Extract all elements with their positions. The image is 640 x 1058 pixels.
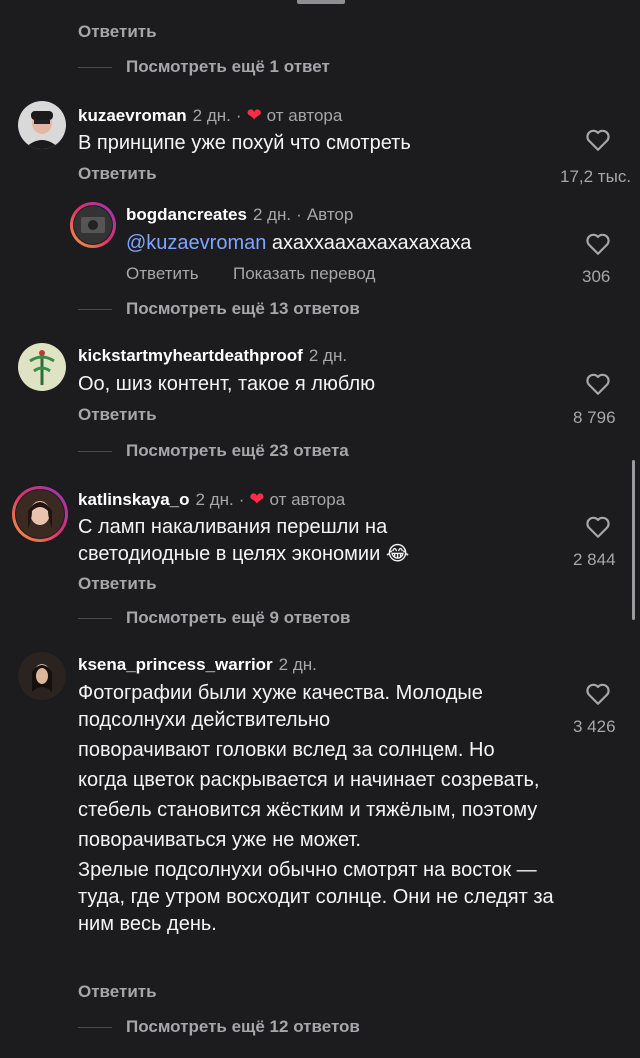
comment-meta: katlinskaya_o 2 дн. · ❤ от автора bbox=[78, 489, 345, 510]
separator-dot: · bbox=[235, 105, 242, 125]
separator-dot: · bbox=[296, 205, 302, 224]
comment-meta: kickstartmyheartdeathproof 2 дн. bbox=[78, 346, 347, 366]
show-translation-button[interactable]: Показать перевод bbox=[233, 264, 375, 284]
reply-button[interactable]: Ответить bbox=[78, 164, 157, 184]
view-more-replies[interactable]: Посмотреть ещё 12 ответов bbox=[78, 1017, 360, 1037]
view-more-replies-label: Посмотреть ещё 23 ответа bbox=[126, 441, 349, 460]
divider-line bbox=[78, 66, 112, 68]
like-count: 306 bbox=[582, 267, 611, 286]
comment-time: 2 дн. bbox=[192, 105, 231, 125]
comment-time: 2 дн. bbox=[278, 655, 317, 674]
comment-paragraph: Зрелые подсолнухи обычно смотрят на вост… bbox=[78, 859, 554, 935]
view-more-replies-label: Посмотреть ещё 13 ответов bbox=[126, 299, 360, 318]
avatar[interactable] bbox=[12, 486, 68, 542]
comment-text: Фотографии были хуже качества. Молодые п… bbox=[78, 680, 558, 938]
heart-outline-icon bbox=[586, 516, 610, 538]
like-count: 17,2 тыс. bbox=[560, 167, 632, 186]
view-more-replies-label: Посмотреть ещё 12 ответов bbox=[126, 1017, 360, 1036]
separator-dot: · bbox=[238, 489, 245, 509]
view-more-replies-label: Посмотреть ещё 9 ответов bbox=[126, 608, 351, 627]
like-button[interactable] bbox=[568, 515, 628, 539]
comment-meta: ksena_princess_warrior 2 дн. bbox=[78, 655, 317, 675]
mention-link[interactable]: @kuzaevroman bbox=[126, 232, 266, 254]
scrollbar[interactable] bbox=[632, 460, 635, 620]
like-button[interactable] bbox=[568, 372, 628, 396]
like-button[interactable] bbox=[568, 232, 628, 256]
like-button[interactable] bbox=[568, 128, 628, 152]
avatar[interactable] bbox=[18, 652, 66, 700]
author-badge: Автор bbox=[306, 205, 354, 224]
like-button[interactable] bbox=[568, 682, 628, 706]
heart-outline-icon bbox=[586, 373, 610, 395]
view-more-replies[interactable]: Посмотреть ещё 1 ответ bbox=[78, 57, 330, 77]
divider-line bbox=[78, 308, 112, 310]
like-count: 8 796 bbox=[573, 408, 616, 427]
comment-text: В принципе уже похуй что смотреть bbox=[78, 132, 411, 154]
heart-icon: ❤ bbox=[246, 105, 262, 125]
comment-text: С ламп накаливания перешли на светодиодн… bbox=[78, 514, 558, 568]
reply-button[interactable]: Ответить bbox=[78, 22, 157, 42]
comment-time: 2 дн. bbox=[195, 489, 234, 509]
comment-time: 2 дн. bbox=[308, 346, 348, 365]
heart-icon: ❤ bbox=[249, 489, 265, 509]
avatar[interactable] bbox=[70, 202, 116, 248]
comment-paragraph: когда цветок раскрывается и начинает соз… bbox=[78, 769, 540, 791]
view-more-replies[interactable]: Посмотреть ещё 9 ответов bbox=[78, 608, 350, 628]
reply-text-body: ахаххаахахахахахаха bbox=[266, 232, 472, 254]
username[interactable]: ksena_princess_warrior bbox=[78, 655, 273, 675]
avatar[interactable] bbox=[18, 101, 66, 149]
comment-paragraph: поворачивают головки вслед за солнцем. Н… bbox=[78, 739, 495, 761]
comment-text-line: светодиодные в целях экономии 😂 bbox=[78, 541, 558, 568]
username[interactable]: katlinskaya_o bbox=[78, 490, 190, 510]
comment-time: 2 дн. bbox=[252, 205, 292, 224]
sheet-drag-handle[interactable] bbox=[297, 0, 345, 4]
like-count: 2 844 bbox=[573, 550, 616, 569]
view-more-replies[interactable]: Посмотреть ещё 23 ответа bbox=[78, 441, 349, 461]
liked-by-author-label: от автора bbox=[269, 489, 346, 509]
avatar[interactable] bbox=[18, 343, 66, 391]
reply-button[interactable]: Ответить bbox=[78, 574, 157, 594]
comment-text-line-body: светодиодные в целях экономии bbox=[78, 543, 381, 565]
reply-text: @kuzaevroman ахаххаахахахахахаха bbox=[126, 230, 566, 257]
comment-paragraph: поворачиваться уже не может. bbox=[78, 829, 361, 851]
username[interactable]: bogdancreates bbox=[126, 205, 247, 225]
heart-outline-icon bbox=[586, 683, 610, 705]
view-more-replies[interactable]: Посмотреть ещё 13 ответов bbox=[78, 299, 360, 319]
heart-outline-icon bbox=[586, 129, 610, 151]
laughing-emoji-icon: 😂 bbox=[385, 543, 410, 565]
liked-by-author-label: от автора bbox=[266, 105, 343, 125]
username[interactable]: kickstartmyheartdeathproof bbox=[78, 346, 303, 366]
like-count: 3 426 bbox=[573, 717, 616, 736]
comment-text-line: С ламп накаливания перешли на bbox=[78, 516, 388, 538]
comment-text: Оо, шиз контент, такое я люблю bbox=[78, 373, 376, 395]
reply-button[interactable]: Ответить bbox=[78, 982, 157, 1002]
divider-line bbox=[78, 450, 112, 452]
view-more-replies-label: Посмотреть ещё 1 ответ bbox=[126, 57, 330, 76]
comment-meta: kuzaevroman 2 дн. · ❤ от автора bbox=[78, 105, 342, 126]
reply-meta: bogdancreates 2 дн. · Автор bbox=[126, 205, 353, 225]
comment-paragraph: Фотографии были хуже качества. Молодые п… bbox=[78, 682, 483, 731]
divider-line bbox=[78, 1026, 112, 1028]
reply-button[interactable]: Ответить bbox=[78, 405, 157, 425]
comment-paragraph: стебель становится жёстким и тяжёлым, по… bbox=[78, 799, 538, 821]
reply-button[interactable]: Ответить bbox=[126, 264, 199, 284]
username[interactable]: kuzaevroman bbox=[78, 106, 187, 126]
heart-outline-icon bbox=[586, 233, 610, 255]
divider-line bbox=[78, 617, 112, 619]
